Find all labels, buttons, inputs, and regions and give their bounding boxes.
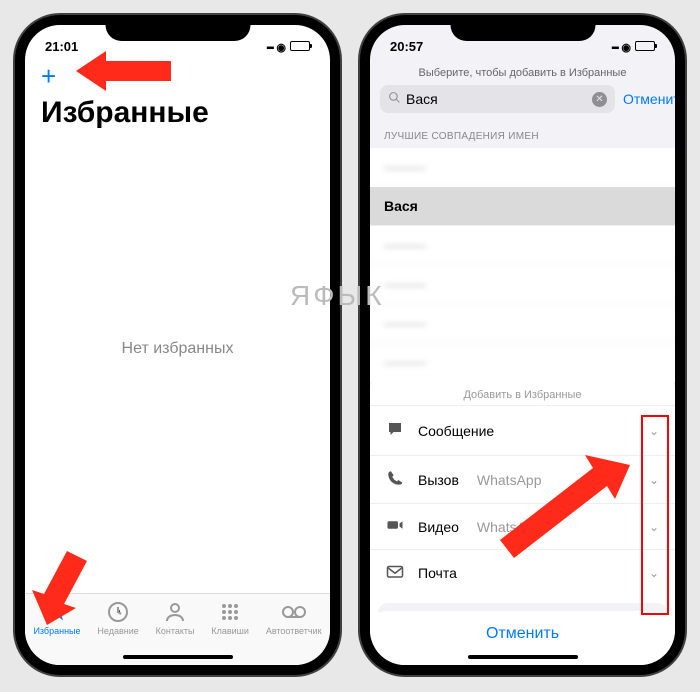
action-label: Сообщение	[418, 423, 494, 439]
wifi-icon	[276, 39, 286, 54]
home-indicator[interactable]	[123, 655, 233, 659]
tab-label: Избранные	[33, 626, 80, 636]
phone-icon	[386, 470, 404, 489]
person-icon	[163, 600, 187, 624]
tab-voicemail[interactable]: Автоответчик	[266, 600, 322, 665]
home-indicator[interactable]	[468, 655, 578, 659]
contact-row[interactable]: ———	[370, 304, 675, 343]
wifi-icon	[621, 39, 631, 54]
annotation-arrow	[32, 545, 92, 625]
clear-search-button[interactable]: ✕	[592, 92, 607, 107]
picker-title: Выберите, чтобы добавить в Избранные	[370, 59, 675, 85]
action-label: Видео	[418, 519, 459, 535]
contact-row[interactable]: ———	[370, 265, 675, 304]
contact-row[interactable]: ———	[370, 226, 675, 265]
signal-icon	[266, 39, 272, 54]
annotation-chevron-box	[641, 415, 669, 615]
contact-list: ——— Вася ——— ——— ——— ———	[370, 148, 675, 382]
cancel-search-button[interactable]: Отменить	[623, 91, 675, 107]
battery-icon	[290, 41, 310, 51]
action-label: Вызов	[418, 472, 459, 488]
annotation-arrow	[76, 46, 176, 96]
tab-label: Контакты	[156, 626, 195, 636]
keypad-icon	[218, 600, 242, 624]
search-icon	[388, 91, 401, 107]
battery-icon	[635, 41, 655, 51]
tab-label: Клавиши	[211, 626, 249, 636]
signal-icon	[611, 39, 617, 54]
message-icon	[386, 420, 404, 441]
action-label: Почта	[418, 565, 457, 581]
action-message[interactable]: Сообщение ⌄	[370, 405, 675, 455]
contact-row[interactable]: Вася	[370, 187, 675, 226]
section-header: ЛУЧШИЕ СОВПАДЕНИЯ ИМЕН	[370, 121, 675, 148]
search-input-container[interactable]: ✕	[380, 85, 615, 113]
contact-row[interactable]: ———	[370, 148, 675, 187]
action-sheet-cancel-button[interactable]: Отменить	[378, 603, 667, 657]
tab-label: Автоответчик	[266, 626, 322, 636]
page-title: Избранные	[25, 94, 330, 140]
empty-state-text: Нет избранных	[25, 340, 330, 358]
clock-icon	[106, 600, 130, 624]
status-time: 20:57	[390, 39, 423, 54]
add-favorite-button[interactable]: +	[25, 59, 330, 94]
status-time: 21:01	[45, 39, 78, 54]
mail-icon	[386, 564, 404, 581]
tab-label: Недавние	[97, 626, 138, 636]
search-input[interactable]	[406, 91, 587, 107]
annotation-arrow	[490, 455, 630, 575]
video-icon	[386, 518, 404, 535]
voicemail-icon	[282, 600, 306, 624]
action-sheet-title: Добавить в Избранные	[370, 383, 675, 405]
